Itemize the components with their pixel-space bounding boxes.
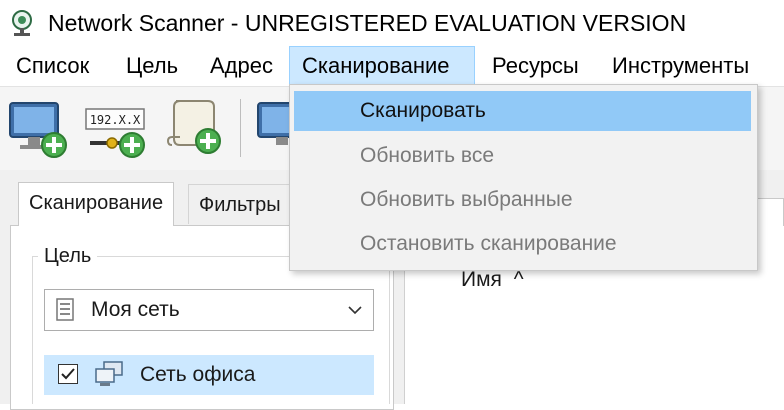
menu-scanning[interactable]: Сканирование xyxy=(289,46,475,86)
window-title: Network Scanner - UNREGISTERED EVALUATIO… xyxy=(48,10,687,36)
menu-list[interactable]: Список xyxy=(4,46,101,86)
menu-item-scan[interactable]: Сканировать xyxy=(294,91,751,131)
menu-address[interactable]: Адрес xyxy=(198,46,285,86)
network-scanner-icon xyxy=(12,10,32,36)
ip-address-text: 192.X.X xyxy=(90,113,141,127)
scanning-menu-dropdown: Сканировать Обновить все Обновить выбран… xyxy=(289,84,758,271)
list-item[interactable]: Сеть офиса xyxy=(44,355,374,395)
network-computers-icon xyxy=(95,361,123,386)
checkmark-icon xyxy=(61,368,75,380)
chevron-down-icon xyxy=(348,306,362,315)
tab-filters[interactable]: Фильтры xyxy=(188,184,298,224)
add-computer-icon[interactable] xyxy=(6,95,72,161)
list-item-label: Сеть офиса xyxy=(140,363,256,386)
menu-item-refresh-all[interactable]: Обновить все xyxy=(294,136,751,176)
column-header-label: Имя xyxy=(461,268,502,291)
item-checkbox[interactable] xyxy=(58,364,78,384)
target-group-label: Цель xyxy=(38,244,98,268)
menu-item-refresh-selected[interactable]: Обновить выбранные xyxy=(294,180,751,220)
sort-ascending-icon: ^ xyxy=(513,268,524,291)
menu-item-stop-scanning[interactable]: Остановить сканирование xyxy=(294,224,751,264)
title-bar: Network Scanner - UNREGISTERED EVALUATIO… xyxy=(0,0,784,46)
network-select[interactable]: Моя сеть xyxy=(44,289,374,331)
menu-bar: Список Цель Адрес Сканирование Ресурсы И… xyxy=(0,46,784,86)
menu-tools[interactable]: Инструменты xyxy=(600,46,761,86)
toolbar-separator xyxy=(240,99,241,157)
add-script-icon[interactable] xyxy=(162,95,228,161)
add-ip-address-icon[interactable]: 192.X.X xyxy=(84,95,150,161)
menu-target[interactable]: Цель xyxy=(114,46,190,86)
tab-scanning[interactable]: Сканирование xyxy=(18,182,175,226)
document-list-icon xyxy=(56,298,74,321)
network-select-value: Моя сеть xyxy=(91,298,180,321)
menu-resources[interactable]: Ресурсы xyxy=(480,46,591,86)
